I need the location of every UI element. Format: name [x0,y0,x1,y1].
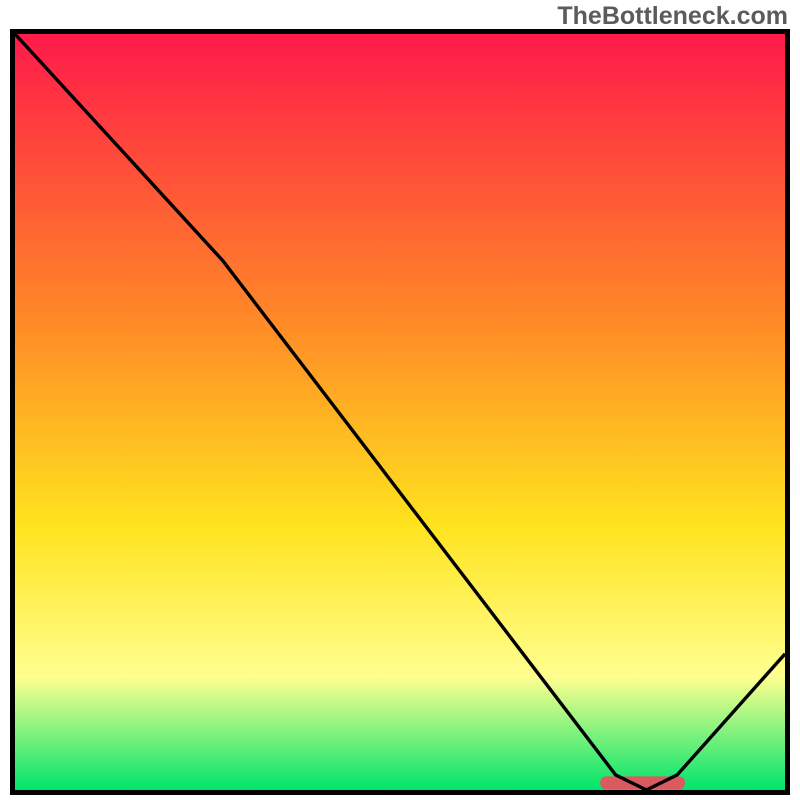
gradient-background [15,34,785,790]
watermark-text: TheBottleneck.com [557,2,788,31]
bottleneck-chart [15,34,785,790]
chart-frame [10,29,790,795]
